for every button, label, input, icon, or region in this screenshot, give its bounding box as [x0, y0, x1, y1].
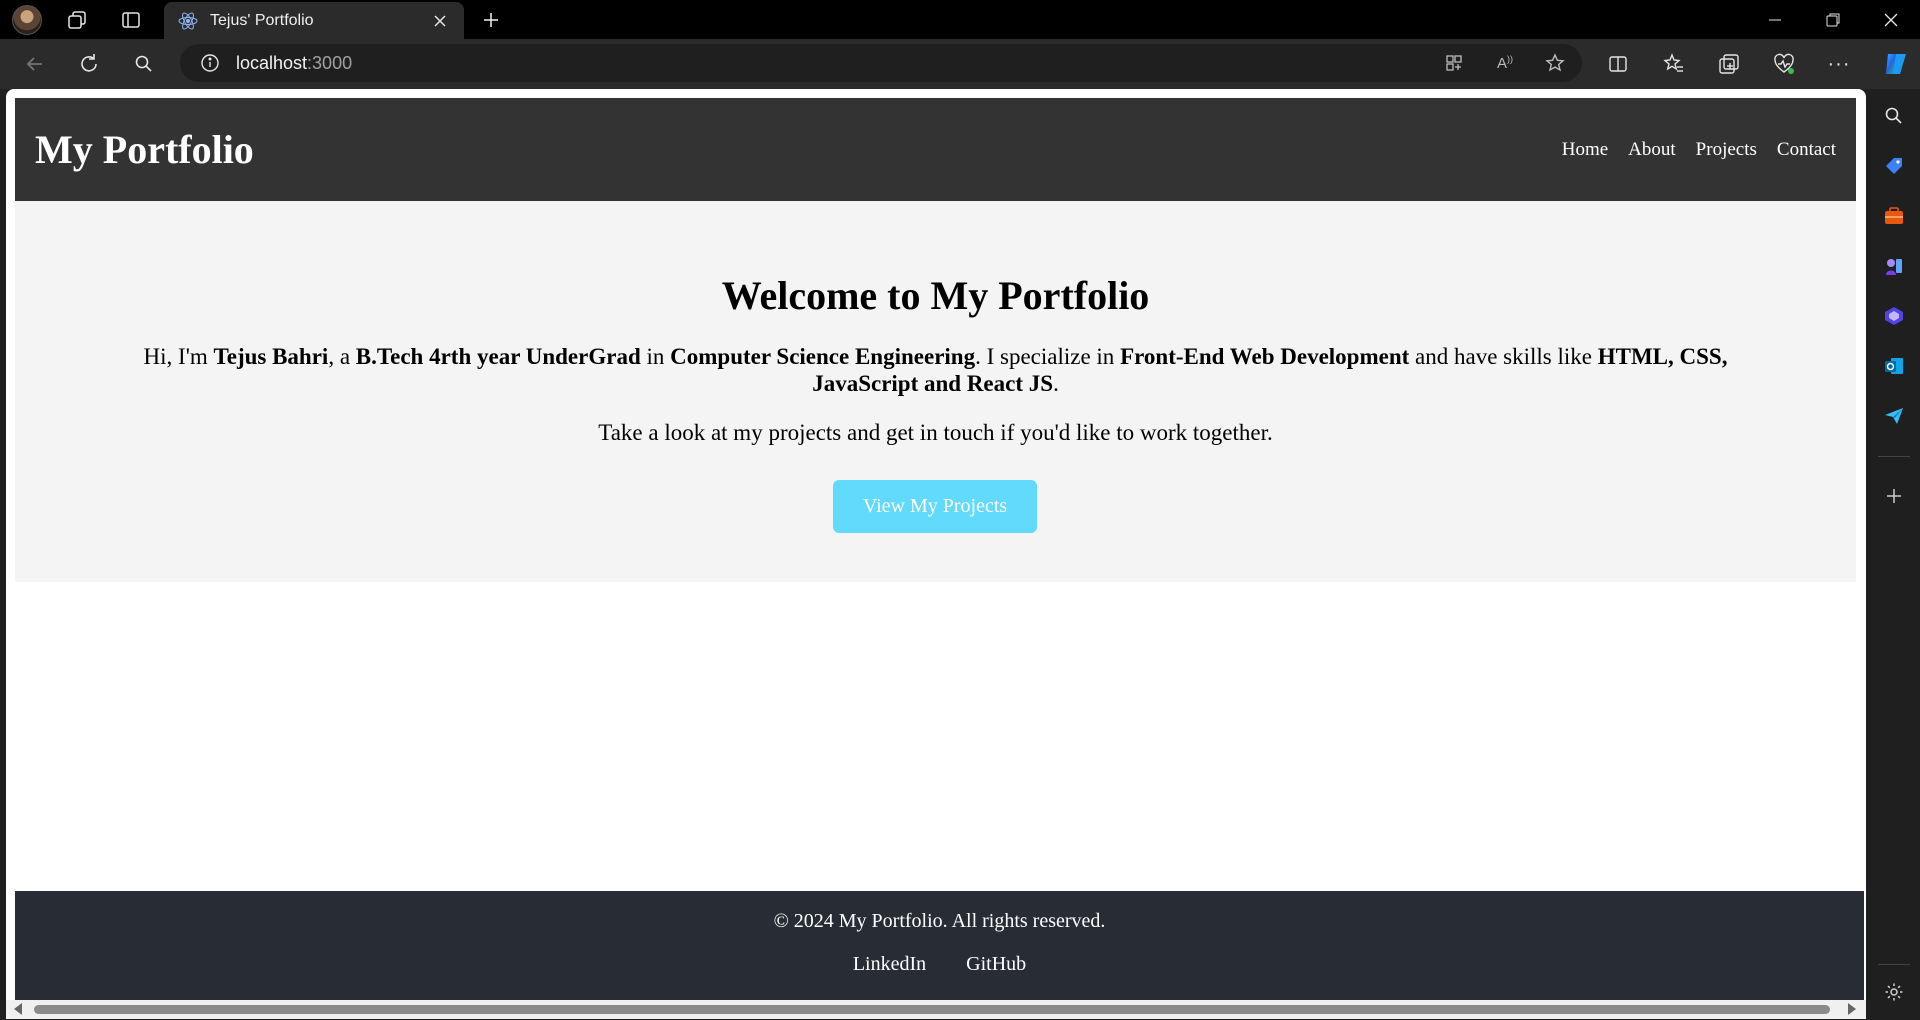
close-window-icon[interactable] [1863, 0, 1919, 39]
scrollbar-thumb[interactable] [34, 1005, 1830, 1014]
site-nav: Home About Projects Contact [1562, 139, 1836, 161]
outlook-icon[interactable] [1881, 353, 1907, 379]
more-options-icon[interactable]: ··· [1826, 51, 1852, 77]
browser-titlebar: Tejus' Portfolio [0, 0, 1920, 39]
nav-projects-link[interactable]: Projects [1696, 139, 1757, 161]
intro-text: . I specialize in [975, 344, 1121, 369]
site-header: My Portfolio Home About Projects Contact [15, 98, 1856, 201]
react-logo-icon [178, 12, 198, 29]
add-sidebar-app-icon[interactable] [1881, 483, 1907, 509]
hero-intro: Hi, I'm Tejus Bahri, a B.Tech 4rth year … [95, 343, 1776, 397]
workspaces-icon[interactable] [64, 7, 90, 33]
collections-icon[interactable] [1716, 51, 1742, 77]
portfolio-page: My Portfolio Home About Projects Contact… [15, 98, 1864, 1010]
restore-icon[interactable] [1805, 0, 1861, 39]
profile-avatar[interactable] [12, 5, 42, 35]
tools-briefcase-icon[interactable] [1881, 203, 1907, 229]
microsoft-365-icon[interactable] [1881, 303, 1907, 329]
url-host: localhost [236, 52, 308, 73]
favorites-icon[interactable] [1661, 51, 1687, 77]
shopping-tag-icon[interactable] [1881, 153, 1907, 179]
address-bar[interactable]: localhost:3000 A)) [180, 44, 1582, 82]
page-viewport: My Portfolio Home About Projects Contact… [6, 89, 1866, 1019]
site-footer: © 2024 My Portfolio. All rights reserved… [15, 891, 1864, 1001]
site-info-icon[interactable] [200, 53, 220, 73]
view-projects-button[interactable]: View My Projects [833, 480, 1037, 533]
refresh-icon[interactable] [76, 51, 102, 77]
scroll-right-arrow-icon[interactable] [1848, 1003, 1856, 1015]
favorite-star-icon[interactable] [1542, 50, 1568, 76]
search-icon[interactable] [131, 51, 157, 77]
footer-copyright: © 2024 My Portfolio. All rights reserved… [773, 910, 1106, 932]
tab-close-icon[interactable] [430, 11, 450, 31]
intro-text: . [1053, 371, 1059, 396]
sidebar-search-icon[interactable] [1881, 103, 1907, 129]
intro-text: and have skills like [1409, 344, 1598, 369]
browser-toolbar: localhost:3000 A)) ··· [0, 39, 1920, 89]
nav-home-link[interactable]: Home [1562, 139, 1608, 161]
new-tab-icon[interactable] [478, 7, 504, 33]
intro-text: Hi, I'm [143, 344, 214, 369]
copilot-icon[interactable] [1881, 49, 1911, 79]
intro-specialty: Front-End Web Development [1120, 344, 1410, 369]
tab-title: Tejus' Portfolio [210, 11, 314, 29]
scroll-left-arrow-icon[interactable] [14, 1003, 22, 1015]
hero-heading: Welcome to My Portfolio [721, 273, 1150, 318]
intro-name: Tejus Bahri [213, 344, 329, 369]
intro-field: Computer Science Engineering [670, 344, 976, 369]
app-available-icon[interactable] [1441, 50, 1467, 76]
linkedin-link[interactable]: LinkedIn [853, 953, 926, 976]
minimize-icon[interactable] [1747, 0, 1803, 39]
sidebar-settings-icon[interactable] [1881, 979, 1907, 1005]
site-logo: My Portfolio [35, 127, 254, 172]
send-icon[interactable] [1881, 403, 1907, 429]
intro-text: in [640, 344, 671, 369]
nav-about-link[interactable]: About [1628, 139, 1676, 161]
intro-text: , a [328, 344, 356, 369]
split-screen-icon[interactable] [1605, 51, 1631, 77]
read-aloud-icon[interactable]: A)) [1492, 50, 1518, 76]
tab-active[interactable]: Tejus' Portfolio [164, 2, 464, 39]
hero-cta-text: Take a look at my projects and get in to… [598, 420, 1273, 445]
hero-section: Welcome to My Portfolio Hi, I'm Tejus Ba… [15, 201, 1856, 582]
edge-sidebar [1868, 89, 1920, 1020]
browser-essentials-icon[interactable] [1771, 51, 1797, 77]
sidebar-divider [1878, 964, 1910, 965]
games-icon[interactable] [1881, 253, 1907, 279]
sidebar-divider [1878, 456, 1910, 457]
tab-actions-icon[interactable] [118, 7, 144, 33]
github-link[interactable]: GitHub [966, 953, 1026, 976]
horizontal-scrollbar[interactable] [6, 1000, 1866, 1019]
intro-degree: B.Tech 4rth year UnderGrad [355, 344, 641, 369]
back-icon[interactable] [22, 51, 48, 77]
nav-contact-link[interactable]: Contact [1777, 139, 1836, 161]
footer-links: LinkedIn GitHub [15, 953, 1864, 976]
url-port: :3000 [307, 52, 353, 73]
